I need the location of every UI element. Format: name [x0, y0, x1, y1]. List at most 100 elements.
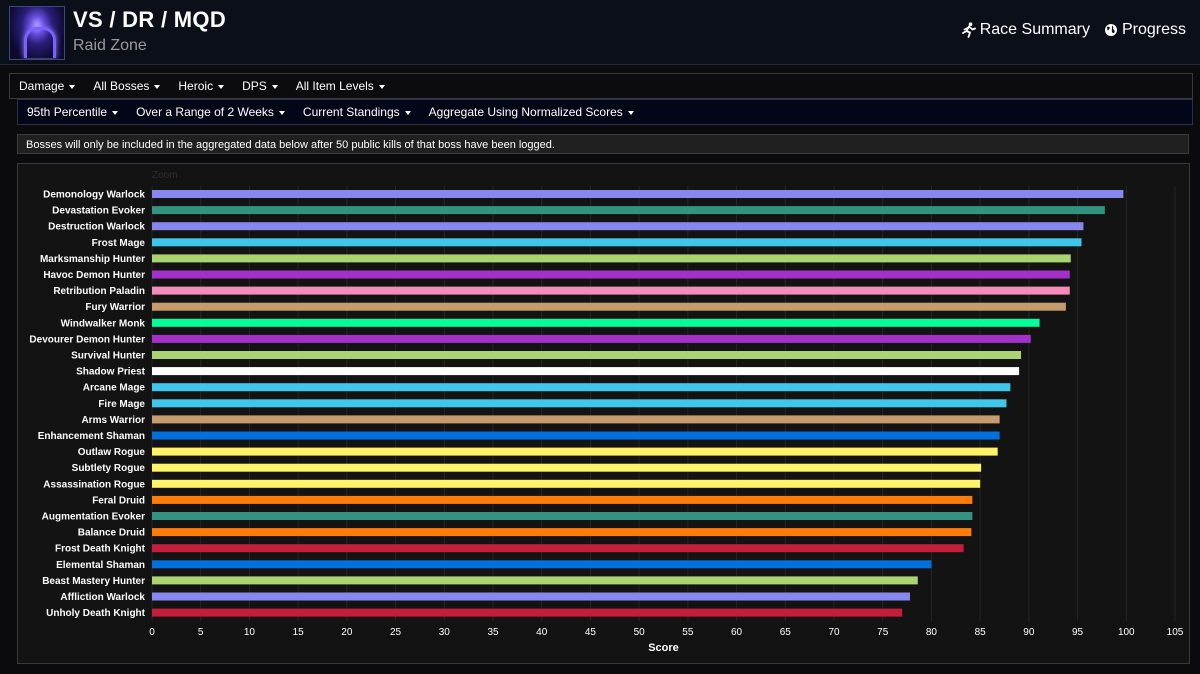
x-tick-label: 35 [487, 627, 499, 638]
filter-label: 95th Percentile [27, 105, 108, 119]
primary-filter-bar: Damage All Bosses Heroic DPS All Item Le… [9, 73, 1193, 99]
bar [152, 560, 932, 569]
bar [152, 302, 1066, 311]
bar [152, 367, 1020, 376]
category-label: Arms Warrior [81, 415, 145, 426]
globe-icon [1104, 23, 1118, 37]
category-label: Unholy Death Knight [46, 608, 146, 619]
caret-down-icon [627, 110, 634, 115]
caret-down-icon [271, 84, 278, 89]
bar [152, 544, 964, 553]
filter-difficulty[interactable]: Heroic [169, 79, 233, 93]
x-tick-label: 45 [585, 627, 597, 638]
secondary-filter-bar: 95th Percentile Over a Range of 2 Weeks … [17, 99, 1193, 125]
x-tick-label: 60 [731, 627, 743, 638]
race-summary-link[interactable]: Race Summary [961, 21, 1090, 39]
filter-label: Heroic [178, 79, 214, 93]
bar-chart: Zoom Demonology Warlock Devastation Evoker… [29, 170, 1184, 654]
category-label: Outlaw Rogue [78, 447, 146, 458]
bar [152, 399, 1007, 408]
category-label: Augmentation Evoker [42, 512, 145, 523]
category-label: Devourer Demon Hunter [29, 334, 145, 345]
bar [152, 254, 1071, 263]
category-label: Demonology Warlock [43, 190, 145, 201]
x-tick-label: 100 [1118, 627, 1135, 638]
caret-down-icon [154, 84, 161, 89]
category-label: Frost Mage [92, 238, 146, 249]
x-tick-label: 30 [439, 627, 451, 638]
category-label: Elemental Shaman [56, 560, 145, 571]
filter-label: DPS [242, 79, 267, 93]
bar [152, 576, 918, 585]
bar [152, 383, 1011, 392]
filter-label: Aggregate Using Normalized Scores [428, 105, 623, 119]
caret-down-icon [278, 110, 285, 115]
bar [152, 270, 1070, 279]
bar [152, 528, 972, 537]
x-tick-label: 20 [341, 627, 353, 638]
bar [152, 608, 903, 617]
x-tick-label: 65 [780, 627, 792, 638]
raid-zone-icon [9, 6, 65, 60]
bar [152, 447, 998, 456]
filter-label: All Item Levels [295, 79, 374, 93]
filter-metric[interactable]: Damage [10, 79, 84, 93]
page-subtitle: Raid Zone [73, 37, 147, 54]
category-label: Enhancement Shaman [38, 431, 145, 442]
bar [152, 431, 1000, 440]
filter-percentile[interactable]: 95th Percentile [18, 105, 127, 119]
page-title: VS / DR / MQD [73, 7, 227, 32]
category-label: Beast Mastery Hunter [42, 576, 145, 587]
bar [152, 415, 1000, 424]
filter-label: All Bosses [93, 79, 150, 93]
x-tick-label: 80 [926, 627, 938, 638]
x-tick-label: 95 [1072, 627, 1084, 638]
filter-aggregation[interactable]: Aggregate Using Normalized Scores [420, 105, 643, 119]
bar [152, 334, 1031, 343]
bar [152, 351, 1022, 359]
bar [152, 463, 982, 472]
x-tick-label: 5 [198, 627, 204, 638]
category-label: Survival Hunter [71, 351, 145, 362]
filter-role[interactable]: DPS [233, 79, 287, 93]
bar [152, 206, 1105, 215]
race-summary-label: Race Summary [979, 21, 1090, 38]
category-label: Shadow Priest [76, 367, 146, 378]
filter-label: Over a Range of 2 Weeks [136, 105, 274, 119]
x-tick-label: 70 [828, 627, 840, 638]
bar [152, 495, 973, 504]
bar [152, 190, 1124, 198]
filter-item-levels[interactable]: All Item Levels [287, 79, 394, 93]
page-header: VS / DR / MQD Raid Zone Race Summary Pro… [0, 0, 1200, 65]
category-label: Fury Warrior [85, 302, 145, 313]
caret-down-icon [112, 110, 119, 115]
filter-time-range[interactable]: Over a Range of 2 Weeks [127, 105, 294, 119]
caret-down-icon [404, 110, 411, 115]
category-label: Subtlety Rogue [72, 463, 146, 474]
bar [152, 222, 1084, 231]
x-tick-label: 85 [975, 627, 987, 638]
x-tick-label: 55 [682, 627, 694, 638]
bar [152, 238, 1082, 247]
category-label: Devastation Evoker [52, 206, 145, 217]
progress-link[interactable]: Progress [1104, 21, 1186, 39]
notice-banner: Bosses will only be included in the aggr… [17, 134, 1189, 154]
category-label: Balance Druid [78, 528, 145, 539]
filter-standings[interactable]: Current Standings [294, 105, 420, 119]
x-axis-title: Score [648, 642, 679, 654]
zoom-label: Zoom [152, 170, 178, 181]
runner-icon [961, 22, 976, 38]
progress-label: Progress [1121, 21, 1186, 38]
bar [152, 479, 981, 488]
bar [152, 512, 973, 520]
category-label: Feral Druid [92, 495, 145, 506]
category-label: Retribution Paladin [53, 286, 145, 297]
bar [152, 286, 1070, 295]
x-tick-label: 105 [1167, 627, 1184, 638]
filter-bosses[interactable]: All Bosses [84, 79, 169, 93]
filter-label: Current Standings [302, 105, 400, 119]
x-tick-label: 10 [244, 627, 256, 638]
category-label: Arcane Mage [83, 383, 146, 394]
category-label: Fire Mage [98, 399, 145, 410]
x-tick-label: 75 [877, 627, 889, 638]
